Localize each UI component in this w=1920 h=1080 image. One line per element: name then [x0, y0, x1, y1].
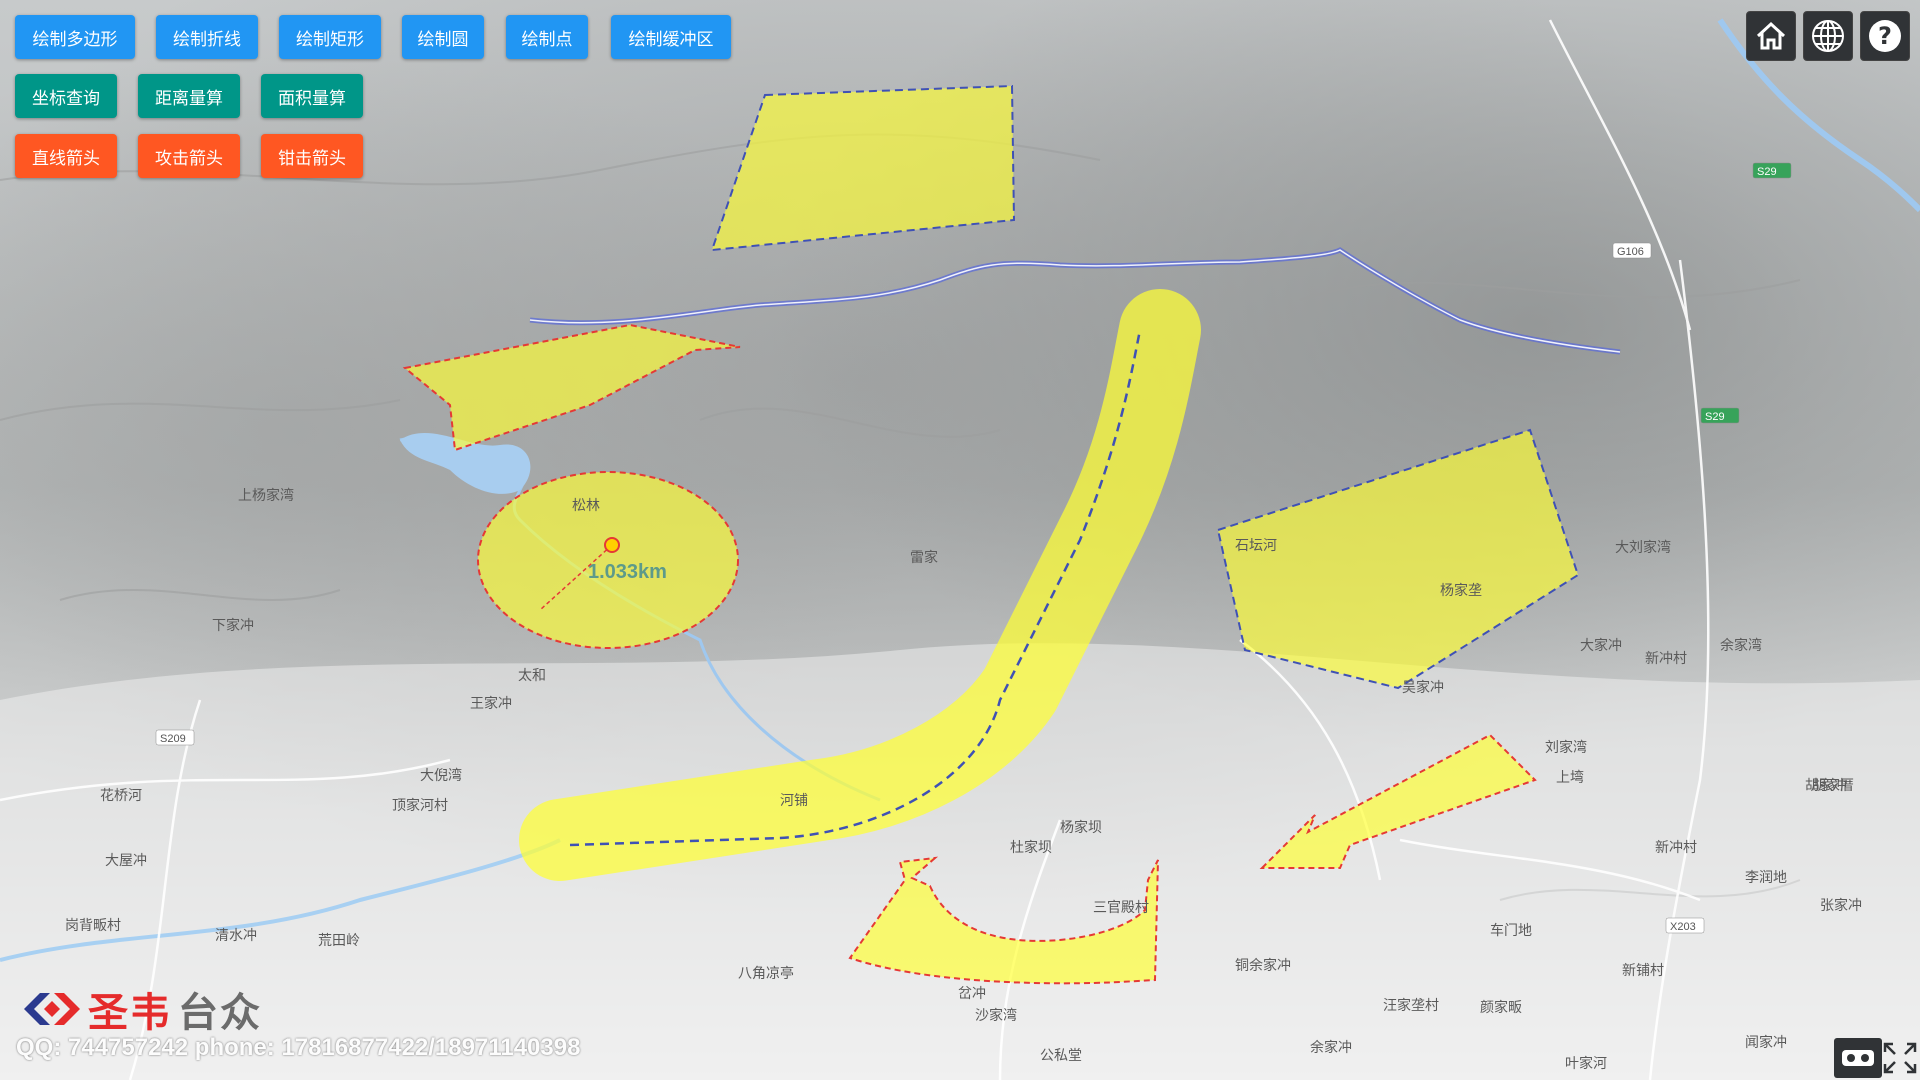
map-place-label: 胡家厝: [1812, 777, 1854, 794]
map-place-label: 河铺: [780, 793, 808, 809]
map-place-label: 王家冲: [470, 695, 512, 712]
map-place-label: 汪家垄村: [1383, 997, 1439, 1014]
logo-mark-icon: [24, 993, 80, 1025]
map-place-label: 上塆: [1556, 769, 1584, 786]
coordinate-query-button[interactable]: 坐标查询: [15, 74, 117, 118]
road-label: X203: [1670, 921, 1696, 933]
map-place-label: 车门地: [1490, 922, 1532, 939]
svg-text:?: ?: [1878, 22, 1892, 50]
fullscreen-button[interactable]: [1876, 1038, 1920, 1078]
map-place-label: 新冲村: [1655, 840, 1697, 856]
pincer-arrow-button[interactable]: 钳击箭头: [261, 134, 363, 178]
help-icon: ?: [1869, 20, 1901, 52]
circle-center-point: [604, 537, 620, 553]
drawn-circle: [477, 471, 739, 649]
map-place-label: 新冲村: [1645, 651, 1687, 667]
draw-circle-button[interactable]: 绘制圆: [402, 15, 484, 59]
map-place-label: 岔冲: [958, 986, 986, 1002]
map-place-label: 铜余家冲: [1235, 957, 1291, 974]
map-place-label: 大刘家湾: [1615, 539, 1671, 556]
map-place-label: 颜家畈: [1480, 999, 1522, 1016]
map-place-label: 顶家河村: [392, 797, 448, 814]
contact-info: QQ: 744757242 phone: 17816877422/1897114…: [16, 1034, 581, 1061]
map-place-label: 三官殿村: [1093, 900, 1149, 916]
draw-point-button[interactable]: 绘制点: [506, 15, 588, 59]
company-logo: 圣韦 台众: [20, 980, 262, 1038]
distance-measure-button[interactable]: 距离量算: [138, 74, 240, 118]
map-place-label: 大屋冲: [105, 853, 147, 869]
globe-icon: [1812, 20, 1844, 52]
map-place-label: 吴家冲: [1402, 679, 1444, 696]
map-place-label: 太和: [518, 668, 546, 684]
map-place-label: 杜家坝: [1010, 839, 1052, 856]
map-place-label: 新铺村: [1622, 963, 1664, 979]
road-label: S29: [1757, 166, 1777, 178]
draw-polygon-button[interactable]: 绘制多边形: [15, 15, 135, 59]
map-place-label: 余家湾: [1720, 637, 1762, 654]
map-place-label: 张家冲: [1820, 897, 1862, 914]
map-place-label: 杨家垄: [1440, 582, 1482, 599]
circle-radius-label: 1.033km: [588, 561, 667, 583]
road-label: S29: [1705, 411, 1725, 423]
map-place-label: 上杨家湾: [238, 487, 294, 504]
map-place-label: 松林: [572, 498, 600, 514]
map-place-label: 清水冲: [215, 928, 257, 944]
area-measure-button[interactable]: 面积量算: [261, 74, 363, 118]
home-button[interactable]: [1746, 11, 1796, 61]
map-place-label: 刘家湾: [1545, 739, 1587, 756]
draw-rectangle-button[interactable]: 绘制矩形: [279, 15, 381, 59]
logo-brand-red: 圣韦: [88, 989, 172, 1036]
map-place-label: 叶家河: [1565, 1055, 1607, 1072]
map-place-label: 杨家坝: [1060, 819, 1102, 836]
road-label: S209: [160, 733, 186, 745]
map-place-label: 公私堂: [1040, 1048, 1082, 1064]
map-place-label: 闻家冲: [1745, 1034, 1787, 1051]
map-place-label: 李润地: [1745, 870, 1787, 886]
vr-button[interactable]: [1834, 1038, 1882, 1078]
home-icon: [1756, 21, 1786, 50]
draw-polyline-button[interactable]: 绘制折线: [156, 15, 258, 59]
map-place-label: 沙家湾: [975, 1007, 1017, 1024]
logo-brand-gray: 台众: [178, 989, 262, 1036]
map-place-label: 八角凉亭: [738, 965, 794, 982]
scene-mode-button[interactable]: [1803, 11, 1853, 61]
map-place-label: 荒田岭: [318, 933, 360, 949]
fullscreen-icon: [1883, 1042, 1917, 1074]
map-place-label: 余家冲: [1310, 1039, 1352, 1056]
map-place-label: 大家冲: [1580, 637, 1622, 654]
straight-arrow-button[interactable]: 直线箭头: [15, 134, 117, 178]
map-place-label: 下家冲: [212, 617, 254, 634]
road-label: G106: [1617, 246, 1644, 258]
map-place-label: 雷家: [910, 549, 938, 566]
map-place-label: 大倪湾: [420, 767, 462, 784]
map-place-label: 花桥河: [100, 788, 142, 804]
map-place-label: 岗背畈村: [65, 918, 121, 934]
map-place-label: 石坛河: [1235, 538, 1277, 554]
attack-arrow-button[interactable]: 攻击箭头: [138, 134, 240, 178]
help-button[interactable]: ?: [1860, 11, 1910, 61]
vr-glasses-icon: [1842, 1050, 1874, 1066]
draw-buffer-button[interactable]: 绘制缓冲区: [611, 15, 731, 59]
